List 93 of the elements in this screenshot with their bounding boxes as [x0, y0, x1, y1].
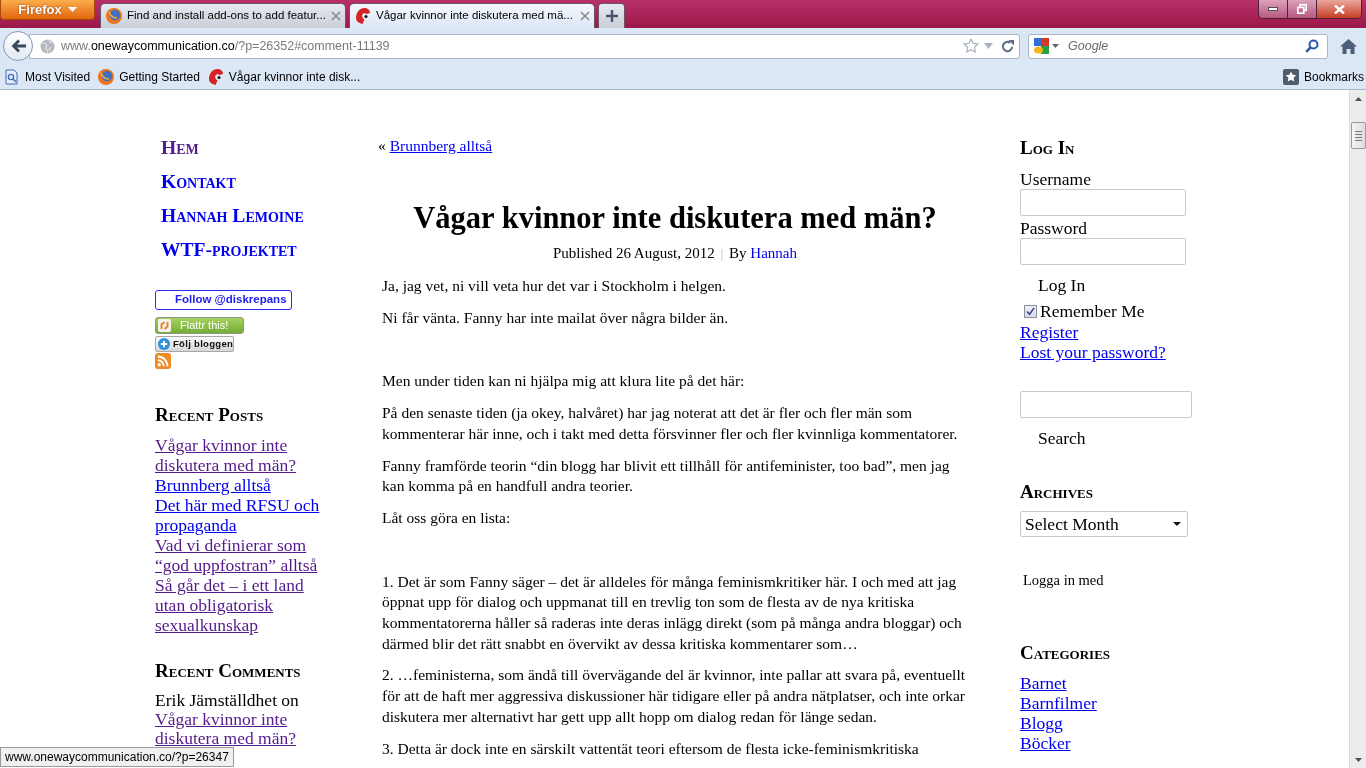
address-text: www.onewaycommunication.co/?p=26352#comment-11139: [61, 37, 391, 55]
star-icon[interactable]: [963, 38, 979, 54]
field-label: Password: [1020, 218, 1088, 238]
search-icon[interactable]: [1305, 39, 1319, 53]
bookmark-item[interactable]: Most Visited: [4, 67, 91, 86]
globe-icon: [40, 38, 55, 54]
account-link[interactable]: Register: [1020, 322, 1079, 342]
login-button[interactable]: Log In: [1020, 272, 1090, 298]
paragraph: 3. Detta är dock inte en särskilt vattentät teori eftersom de flesta icke-feminismkritiska: [382, 738, 920, 759]
close-icon: [1333, 4, 1345, 14]
previous-post-link[interactable]: Brunnberg alltså: [389, 137, 493, 154]
plus-icon: [605, 10, 618, 22]
password-field[interactable]: [1020, 238, 1186, 265]
close-window-button[interactable]: [1317, 0, 1361, 18]
paragraph: Men under tiden kan ni hjälpa mig att klura lite på det här:: [382, 371, 746, 392]
paragraph: 2. …feministerna, som ändå till övervägande del är kvinnor, inte pallar att svara på, eventuellt för att de haft mer aggressiva diskussioner här tidigare eller på andra nätplatser, och inte orkar diskutera mer alternativt har gett upp allt hopp om dialog redan för länge sedan.: [382, 665, 966, 727]
post-link[interactable]: Vad vi definierar som “god uppfostran” alltså: [155, 535, 331, 575]
nav-link[interactable]: Hannah Lemoine: [161, 205, 304, 226]
restore-icon: [1297, 4, 1307, 14]
caret-icon: [67, 7, 77, 12]
home-icon[interactable]: [1340, 38, 1357, 54]
browser-tab[interactable]: Vågar kvinnor inte diskutera med mä...: [349, 3, 595, 28]
minimize-button[interactable]: [1259, 0, 1288, 18]
section-heading: Recent Posts: [155, 403, 264, 427]
logo-icon: [106, 8, 122, 24]
paragraph: På den senaste tiden (ja okey, halvåret) har jag noterat att det är fler och fler män som kommenterar här inne, och i takt med detta försvinner fler och fler kvinnliga kommentatorer.: [382, 403, 959, 444]
down-arrow-icon: [1354, 757, 1362, 762]
section-heading: Recent Comments: [155, 659, 301, 683]
reload-icon[interactable]: [1001, 39, 1014, 53]
follow-blog-button[interactable]: Följ bloggen: [155, 336, 234, 352]
minimize-icon: [1268, 7, 1278, 11]
plus-icon: [158, 338, 170, 350]
bookmarks-menu-button[interactable]: Bookmarks: [1282, 67, 1364, 86]
bird-icon: [207, 68, 224, 85]
bookmark-item[interactable]: Vågar kvinnor inte disk...: [207, 67, 361, 86]
month-select[interactable]: Select Month: [1020, 511, 1188, 537]
paragraph: 1. Det är som Fanny säger – det är alldeles för många feminismkritiker här. I och med att jag öppnat upp för dialog och uppmanat till en trevlig ton som de flesta av de nya kritiska kommentatorerna håller så raderas inte deras inlägg direkt (som på många andra bloggar) och därmed blir det rätt snabbt en övervikt av dessa kritiska kommentarer som…: [382, 571, 963, 654]
back-button[interactable]: [3, 31, 33, 61]
account-link[interactable]: Lost your password?: [1020, 342, 1166, 362]
paragraph: Låt oss göra en lista:: [382, 507, 512, 528]
comment-post-link[interactable]: Vågar kvinnor inte diskutera med män?: [155, 710, 331, 748]
previous-marker: «: [378, 137, 386, 154]
up-arrow-icon: [1354, 96, 1362, 101]
status-text: www.onewaycommunication.co/?p=26347: [0, 747, 234, 767]
follow-button[interactable]: Follow @diskrepans: [155, 290, 292, 310]
comment-byline: Erik Jämställdhet on: [155, 691, 299, 710]
nav-link[interactable]: Kontakt: [161, 171, 236, 192]
section-heading: Categories: [1020, 641, 1111, 665]
login-with-text: Logga in med: [1023, 571, 1104, 589]
field-label: Username: [1020, 169, 1091, 189]
caret-icon[interactable]: [1052, 44, 1059, 48]
post-link[interactable]: Det här med RFSU och propaganda: [155, 495, 331, 535]
caret-icon: [1173, 522, 1181, 526]
paragraph: Fanny framförde teorin “din blogg har blivit ett tillhåll för antifeminister, too bad”, men jag kan komma på en handfull andra teorier.: [382, 455, 951, 497]
close-icon[interactable]: [331, 11, 341, 21]
post-link[interactable]: Vågar kvinnor inte diskutera med män?: [155, 435, 331, 475]
publish-date: Published 26 August, 2012: [553, 245, 715, 261]
logo-icon: [98, 68, 115, 85]
category-link[interactable]: Böcker: [1020, 733, 1071, 753]
section-heading: Log In: [1020, 136, 1075, 160]
bookmark-item[interactable]: Getting Started: [98, 67, 200, 86]
separator: |: [720, 247, 724, 261]
checkbox[interactable]: [1024, 304, 1037, 318]
nav-link[interactable]: WTF-projektet: [161, 239, 297, 260]
scrollbar-thumb[interactable]: [1350, 122, 1366, 149]
paragraph: Ni får vänta. Fanny har inte mailat över några bilder än.: [382, 307, 730, 328]
category-link[interactable]: Blogg: [1020, 713, 1063, 733]
restore-button[interactable]: [1288, 0, 1317, 18]
category-link[interactable]: Barnfilmer: [1020, 693, 1097, 713]
author-link[interactable]: Hannah: [750, 245, 797, 261]
search-input[interactable]: [1020, 391, 1192, 418]
search-input[interactable]: Google: [1068, 36, 1305, 56]
engine-logo-icon[interactable]: [1034, 38, 1049, 54]
post-link[interactable]: Brunnberg alltså: [155, 475, 271, 495]
section-heading: Archives: [1020, 480, 1093, 504]
back-arrow-icon: [10, 39, 26, 53]
search-button[interactable]: Search: [1020, 425, 1090, 451]
address-bar[interactable]: www.onewaycommunication.co/?p=26352#comment-11139: [29, 33, 1020, 59]
checkbox-label: Remember Me: [1040, 301, 1145, 321]
category-link[interactable]: Barnet: [1020, 673, 1067, 693]
close-icon[interactable]: [580, 11, 590, 21]
bird-icon: [355, 8, 371, 24]
new-tab-button[interactable]: [598, 3, 625, 28]
page-search-icon: [4, 68, 20, 85]
post-title: Vågar kvinnor inte diskutera med män?: [412, 200, 938, 236]
post-link[interactable]: Så går det – i ett land utan obligatorisk sexualkunskap: [155, 575, 331, 635]
search-bar[interactable]: Google: [1028, 33, 1328, 59]
nav-link[interactable]: Hem: [161, 137, 199, 158]
logo-icon: [158, 319, 171, 332]
text-field[interactable]: [1020, 189, 1186, 216]
byline-label: By: [729, 245, 747, 261]
paragraph: Ja, jag vet, ni vill veta hur det var i Stockholm i helgen.: [382, 276, 727, 296]
browser-tab[interactable]: Find and install add-ons to add featur...: [100, 3, 346, 28]
